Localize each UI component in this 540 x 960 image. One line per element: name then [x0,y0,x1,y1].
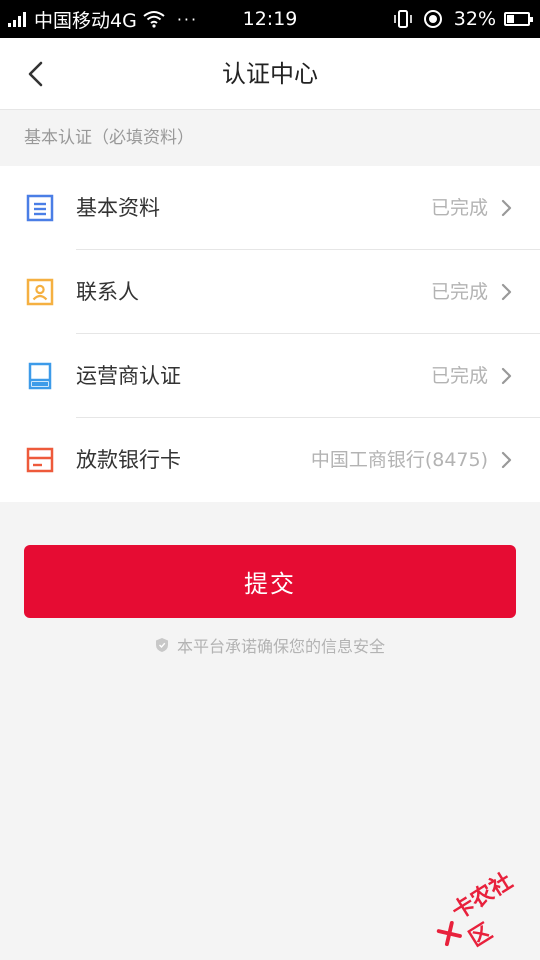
list-item-label: 运营商认证 [76,364,181,388]
battery-fill [507,15,515,23]
basic-info-icon [26,194,54,222]
list-item-label: 联系人 [76,280,139,304]
list-item-label: 放款银行卡 [76,448,181,472]
list-item-status: 已完成 [430,281,488,303]
list-item-contacts[interactable]: 联系人 已完成 [0,250,540,334]
list-item-basic-info[interactable]: 基本资料 已完成 [0,166,540,250]
submit-button[interactable]: 提交 [24,545,516,618]
battery-icon [504,12,533,26]
verification-list: 基本资料 已完成 联系人 已完成 运营商认证 已完成 放款银行卡 中国工商银行(… [0,166,540,502]
chevron-right-icon [501,451,512,469]
screen: 中国移动4G ··· 12:19 32% 认证中心 基本认证（必填资料） 基本资… [0,0,540,960]
list-item-status: 已完成 [430,197,488,219]
chevron-right-icon [501,283,512,301]
vibrate-icon [393,10,412,28]
battery-percent: 32% [453,8,496,30]
contact-icon [26,278,54,306]
list-item-label: 基本资料 [76,196,160,220]
back-button[interactable] [18,56,54,92]
carrier-icon [28,362,52,390]
location-icon [423,10,442,28]
section-header: 基本认证（必填资料） [24,128,194,148]
status-bar: 中国移动4G ··· 12:19 32% [0,0,540,38]
nav-bar: 认证中心 [0,38,540,110]
bank-card-icon [26,447,54,473]
list-item-bank-card[interactable]: 放款银行卡 中国工商银行(8475) [0,418,540,502]
status-right: 32% [392,0,533,38]
list-item-status: 中国工商银行(8475) [310,449,488,471]
list-item-carrier-auth[interactable]: 运营商认证 已完成 [0,334,540,418]
chevron-right-icon [501,199,512,217]
watermark: 卡农社区 [424,855,540,960]
safety-text: 本平台承诺确保您的信息安全 [176,637,385,656]
chevron-left-icon [28,61,43,87]
chevron-right-icon [501,367,512,385]
shield-icon [155,638,168,652]
safety-note: 本平台承诺确保您的信息安全 [0,630,540,660]
page-title: 认证中心 [222,60,318,88]
list-item-status: 已完成 [430,365,488,387]
